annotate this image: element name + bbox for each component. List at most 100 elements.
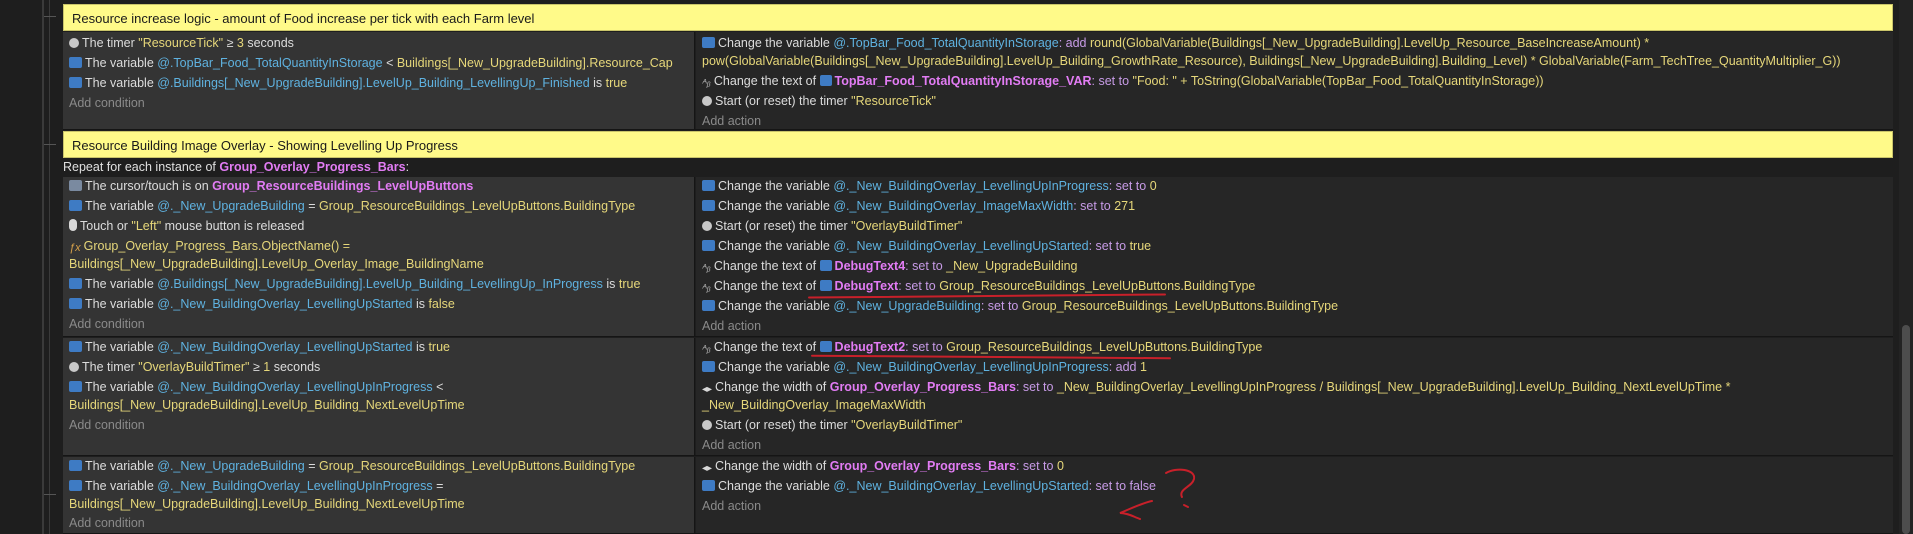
variable-icon [702, 480, 715, 491]
condition-text: The variable [85, 459, 158, 473]
condition-variable[interactable]: The variable @._New_UpgradeBuilding = Gr… [69, 457, 635, 475]
timer-icon [69, 362, 79, 372]
condition-timer[interactable]: The timer "OverlayBuildTimer" ≥ 1 second… [69, 358, 320, 376]
object-name: DebugText2 [834, 340, 906, 354]
condition-text: The variable [85, 76, 158, 90]
event-resource-tick[interactable]: The timer "ResourceTick" ≥ 3 seconds The… [63, 32, 1893, 130]
action-change-text[interactable]: ᴬᵦ Change the text of DebugText4: set to … [702, 257, 1078, 275]
add-action-link[interactable]: Add action [702, 317, 761, 335]
condition-variable[interactable]: The variable @.Buildings[_New_UpgradeBui… [69, 275, 640, 293]
condition-variable[interactable]: The variable @._New_BuildingOverlay_Leve… [69, 338, 450, 356]
action-text: Change the width of [715, 380, 830, 394]
condition-mouse-released[interactable]: Touch or "Left" mouse button is released [69, 217, 304, 235]
comment-resource-increase[interactable]: Resource increase logic - amount of Food… [63, 4, 1893, 31]
condition-variable[interactable]: The variable @.Buildings[_New_UpgradeBui… [69, 74, 627, 92]
object-icon [819, 341, 832, 352]
variable-icon [702, 361, 715, 372]
add-condition-link[interactable]: Add condition [69, 94, 145, 112]
add-action-link[interactable]: Add action [702, 497, 761, 515]
action-start-timer[interactable]: Start (or reset) the timer "ResourceTick… [702, 92, 936, 110]
variable-name: @._New_UpgradeBuilding [833, 299, 981, 313]
repeat-for-each-header[interactable]: Repeat for each instance of Group_Overla… [63, 158, 409, 176]
width-arrows-icon: ◂▸ [702, 463, 713, 474]
add-condition-link[interactable]: Add condition [69, 514, 145, 532]
action-change-width[interactable]: ◂▸ Change the width of Group_Overlay_Prog… [702, 378, 1730, 396]
event-levelling-complete[interactable]: The variable @._New_UpgradeBuilding = Gr… [63, 457, 1893, 534]
keyword: : set to [898, 279, 940, 293]
event-progress-tick[interactable]: The variable @._New_BuildingOverlay_Leve… [63, 338, 1893, 456]
condition-text: The variable [85, 479, 158, 493]
operator: < [432, 380, 444, 394]
vertical-scrollbar[interactable] [1899, 0, 1913, 534]
variable-icon [702, 180, 715, 191]
condition-timer[interactable]: The timer "ResourceTick" ≥ 3 seconds [69, 34, 294, 52]
action-change-variable[interactable]: Change the variable @._New_BuildingOverl… [702, 197, 1135, 215]
condition-cursor-on[interactable]: The cursor/touch is on Group_ResourceBui… [69, 177, 473, 195]
condition-variable[interactable]: The variable @._New_BuildingOverlay_Leve… [69, 477, 443, 495]
keyword: : set to [1015, 380, 1057, 394]
object-icon [819, 75, 832, 86]
expression-continuation: Buildings[_New_UpgradeBuilding].LevelUp_… [69, 398, 465, 412]
conditions-panel[interactable]: The variable @._New_BuildingOverlay_Leve… [63, 338, 695, 455]
keyword: : set to [1091, 74, 1133, 88]
expression-continuation: Buildings[_New_UpgradeBuilding].LevelUp_… [69, 497, 465, 511]
operator: = [432, 479, 444, 493]
variable-name: @._New_UpgradeBuilding [157, 459, 305, 473]
action-change-variable[interactable]: Change the variable @._New_BuildingOverl… [702, 237, 1151, 255]
repeat-text: Repeat for each instance of [63, 160, 220, 174]
action-change-variable[interactable]: Change the variable @._New_BuildingOverl… [702, 477, 1156, 495]
action-change-text[interactable]: ᴬᵦ Change the text of DebugText: set to G… [702, 277, 1255, 295]
conditions-panel[interactable]: The cursor/touch is on Group_ResourceBui… [63, 177, 695, 336]
add-condition-link[interactable]: Add condition [69, 315, 145, 333]
action-change-width[interactable]: ◂▸ Change the width of Group_Overlay_Prog… [702, 457, 1064, 475]
action-change-variable[interactable]: Change the variable @.TopBar_Food_TotalQ… [702, 34, 1649, 52]
event-gutter [0, 0, 56, 534]
variable-icon [69, 460, 82, 471]
variable-name: @._New_BuildingOverlay_LevellingUpStarte… [157, 297, 413, 311]
action-change-variable[interactable]: Change the variable @._New_BuildingOverl… [702, 177, 1157, 195]
keyword: : set to [905, 259, 947, 273]
function-icon: ƒx [69, 242, 81, 254]
action-change-variable[interactable]: Change the variable @._New_BuildingOverl… [702, 358, 1147, 376]
condition-text: seconds [270, 360, 321, 374]
conditions-panel[interactable]: The timer "ResourceTick" ≥ 3 seconds The… [63, 32, 695, 129]
condition-variable[interactable]: The variable @._New_UpgradeBuilding = Gr… [69, 197, 635, 215]
event-start-levelling[interactable]: The cursor/touch is on Group_ResourceBui… [63, 177, 1893, 337]
expression: round(GlobalVariable(Buildings[_New_Upgr… [1089, 36, 1650, 50]
actions-panel[interactable]: ◂▸ Change the width of Group_Overlay_Prog… [696, 457, 1893, 533]
actions-panel[interactable]: ᴬᵦ Change the text of DebugText2: set to … [696, 338, 1893, 455]
action-text: Change the variable [718, 239, 834, 253]
action-start-timer[interactable]: Start (or reset) the timer "OverlayBuild… [702, 416, 962, 434]
action-text: Change the text of [713, 259, 820, 273]
variable-icon [69, 381, 82, 392]
action-text: Change the variable [718, 299, 834, 313]
add-action-link[interactable]: Add action [702, 112, 761, 130]
variable-icon [702, 37, 715, 48]
keyword: : set to [1088, 239, 1130, 253]
gutter-line-inner [49, 0, 50, 534]
condition-variable[interactable]: The variable @.TopBar_Food_TotalQuantity… [69, 54, 673, 72]
comment-image-overlay[interactable]: Resource Building Image Overlay - Showin… [63, 131, 1893, 158]
actions-panel[interactable]: Change the variable @._New_BuildingOverl… [696, 177, 1893, 336]
keyword: : set to [905, 340, 947, 354]
condition-compare-expression[interactable]: ƒx Group_Overlay_Progress_Bars.ObjectName… [69, 237, 350, 255]
variable-name: @.TopBar_Food_TotalQuantityInStorage [157, 56, 383, 70]
variable-icon [702, 200, 715, 211]
operator: is [412, 340, 429, 354]
condition-text: The variable [85, 199, 158, 213]
keyword: : set to [1108, 179, 1150, 193]
action-start-timer[interactable]: Start (or reset) the timer "OverlayBuild… [702, 217, 962, 235]
action-change-text[interactable]: ᴬᵦ Change the text of DebugText2: set to … [702, 338, 1262, 356]
action-change-text[interactable]: ᴬᵦ Change the text of TopBar_Food_TotalQu… [702, 72, 1544, 90]
condition-variable[interactable]: The variable @._New_BuildingOverlay_Leve… [69, 295, 455, 313]
expression-continuation: _New_BuildingOverlay_ImageMaxWidth [702, 398, 926, 412]
timer-icon [702, 420, 712, 430]
add-condition-link[interactable]: Add condition [69, 416, 145, 434]
actions-panel[interactable]: Change the variable @.TopBar_Food_TotalQ… [696, 32, 1893, 129]
scrollbar-thumb[interactable] [1902, 325, 1910, 534]
conditions-panel[interactable]: The variable @._New_UpgradeBuilding = Gr… [63, 457, 695, 533]
action-change-variable[interactable]: Change the variable @._New_UpgradeBuildi… [702, 297, 1338, 315]
condition-variable[interactable]: The variable @._New_BuildingOverlay_Leve… [69, 378, 443, 396]
add-action-link[interactable]: Add action [702, 436, 761, 454]
action-text: Change the variable [718, 199, 834, 213]
